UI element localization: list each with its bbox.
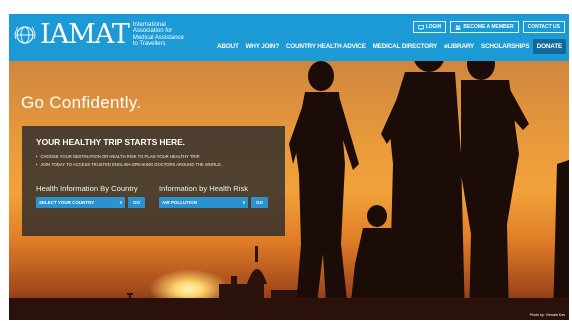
brand-name: IAMAT	[40, 19, 130, 50]
contact-us-button[interactable]: CONTACT US	[522, 21, 565, 33]
hero-tagline: Go Confidently.	[21, 93, 142, 112]
risk-column: Information by Health Risk AIR POLLUTION…	[159, 184, 268, 208]
nav-medical-directory[interactable]: MEDICAL DIRECTORY	[369, 39, 440, 54]
country-select[interactable]: SELECT YOUR COUNTRY ▾	[36, 197, 125, 208]
become-member-label: BECOME A MEMBER	[463, 24, 514, 30]
page-frame: IAMAT International Association for Medi…	[9, 14, 569, 320]
logo[interactable]: IAMAT International Association for Medi…	[13, 21, 205, 48]
globe-icon	[14, 25, 36, 44]
contact-us-label: CONTACT US	[527, 24, 560, 30]
country-label: Health Information By Country	[36, 184, 138, 193]
chevron-down-icon: ▾	[119, 199, 122, 205]
login-label: LOGIN	[425, 24, 442, 30]
chevron-down-icon: ▾	[242, 199, 245, 205]
nav-donate[interactable]: DONATE	[532, 39, 566, 54]
brand-desc-line: to Travellers	[132, 40, 166, 47]
panel-bullets: CHOOSE YOUR DESTINATION OR HEALTH RISK T…	[36, 153, 222, 169]
country-go-button[interactable]: GO	[128, 197, 145, 208]
brand-description: International Association for Medical As…	[133, 22, 205, 47]
main-nav: ABOUT WHY JOIN? COUNTRY HEALTH ADVICE ME…	[214, 39, 566, 54]
nav-scholarships[interactable]: SCHOLARSHIPS	[478, 39, 533, 54]
nav-why-join[interactable]: WHY JOIN?	[242, 39, 282, 54]
country-select-value: SELECT YOUR COUNTRY	[39, 200, 95, 205]
photo-credit: Photo by: Vlenala Kes	[529, 313, 565, 317]
bullet-item: JOIN TODAY TO ACCESS TRUSTED ENGLISH-SPE…	[36, 161, 221, 169]
login-button[interactable]: LOGIN	[412, 21, 447, 33]
members-icon	[456, 24, 461, 30]
become-member-button[interactable]: BECOME A MEMBER	[450, 21, 519, 33]
panel-title: YOUR HEALTHY TRIP STARTS HERE.	[36, 137, 185, 147]
ground	[9, 298, 569, 320]
risk-label: Information by Health Risk	[159, 184, 249, 193]
nav-about[interactable]: ABOUT	[214, 39, 243, 54]
site-header: IAMAT International Association for Medi…	[9, 14, 569, 61]
risk-select-value: AIR POLLUTION	[162, 200, 197, 205]
risk-go-button[interactable]: GO	[251, 197, 268, 208]
trip-planner-panel: YOUR HEALTHY TRIP STARTS HERE. CHOOSE YO…	[22, 126, 285, 236]
nav-country-health-advice[interactable]: COUNTRY HEALTH ADVICE	[282, 39, 369, 54]
monitor-icon	[417, 24, 424, 30]
utility-buttons: LOGIN BECOME A MEMBER CONTACT US	[412, 21, 565, 33]
bullet-item: CHOOSE YOUR DESTINATION OR HEALTH RISK T…	[36, 153, 222, 161]
nav-elibrary[interactable]: eLIBRARY	[441, 39, 478, 54]
country-column: Health Information By Country SELECT YOU…	[36, 184, 145, 208]
risk-select[interactable]: AIR POLLUTION ▾	[159, 197, 248, 208]
